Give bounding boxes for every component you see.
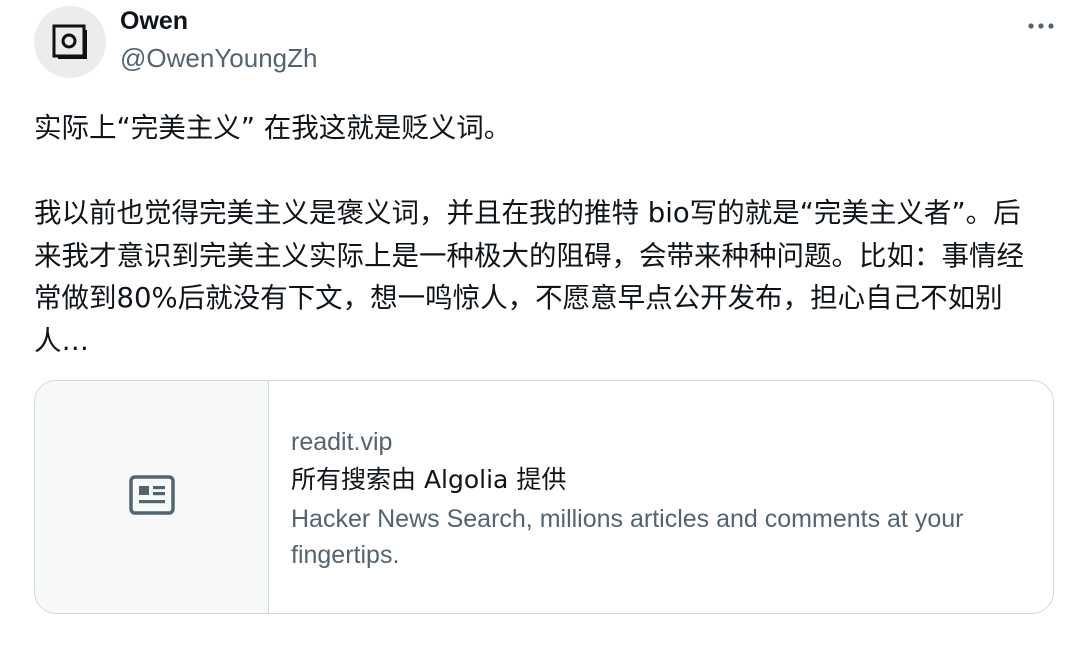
author-handle[interactable]: @OwenYoungZh bbox=[120, 41, 317, 75]
author-name[interactable]: Owen bbox=[120, 4, 188, 38]
link-card-thumbnail bbox=[35, 381, 269, 613]
link-card[interactable]: readit.vip 所有搜索由 Algolia 提供 Hacker News … bbox=[34, 380, 1054, 614]
tweet: Owen @OwenYoungZh 实际上“完美主义” 在我这就是贬义词。 我以… bbox=[0, 0, 1080, 645]
avatar[interactable] bbox=[34, 6, 106, 78]
more-button[interactable] bbox=[1019, 8, 1063, 40]
link-card-description: Hacker News Search, millions articles an… bbox=[291, 505, 964, 569]
link-card-domain: readit.vip bbox=[291, 428, 393, 456]
tweet-text: 实际上“完美主义” 在我这就是贬义词。 我以前也觉得完美主义是褒义词，并且在我的… bbox=[34, 107, 1044, 362]
more-horizontal-icon bbox=[1027, 15, 1055, 34]
window-logo-icon bbox=[50, 23, 90, 61]
article-icon bbox=[128, 474, 176, 520]
tweet-paragraph: 我以前也觉得完美主义是褒义词，并且在我的推特 bio写的就是“完美主义者”。后来… bbox=[34, 197, 1024, 357]
link-card-title: 所有搜索由 Algolia 提供 bbox=[291, 465, 567, 494]
link-card-body: readit.vip 所有搜索由 Algolia 提供 Hacker News … bbox=[269, 381, 1053, 613]
tweet-paragraph: 实际上“完美主义” 在我这就是贬义词。 bbox=[34, 112, 512, 144]
